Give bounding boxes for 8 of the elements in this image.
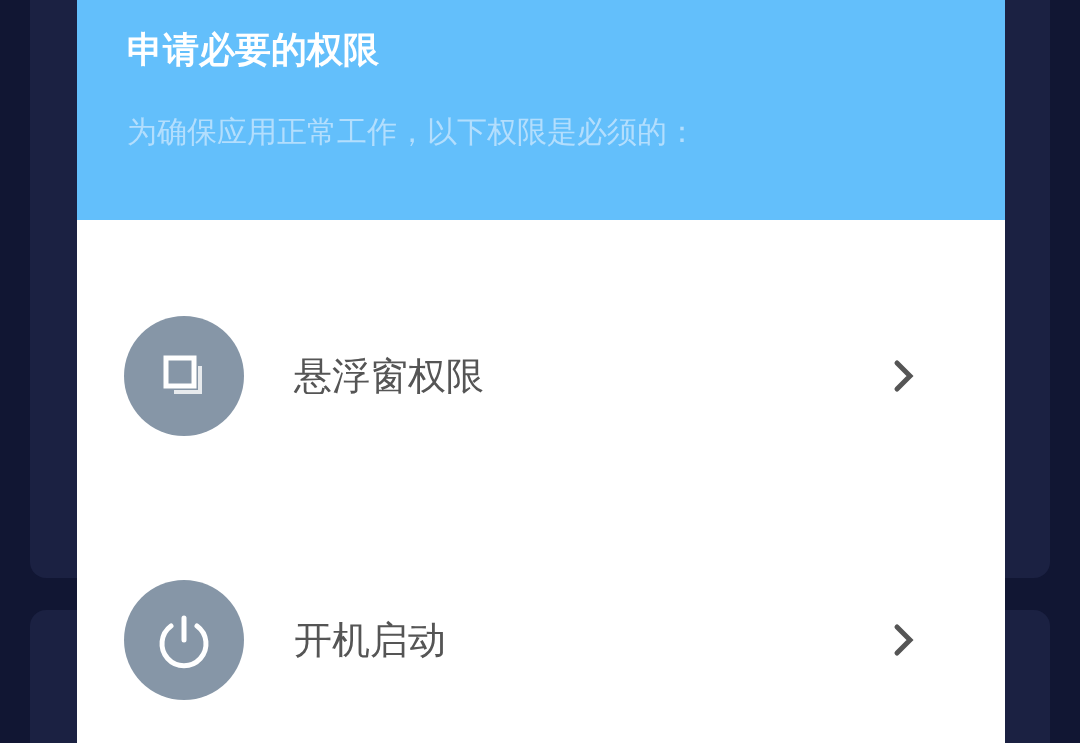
permission-label: 悬浮窗权限	[294, 353, 485, 399]
dialog-title: 申请必要的权限	[127, 28, 380, 72]
chevron-icon	[893, 623, 915, 657]
permission-item[interactable]: 悬浮窗权限	[77, 244, 1005, 508]
permission-label: 开机启动	[294, 617, 447, 663]
dialog-subtitle: 为确保应用正常工作，以下权限是必须的：	[127, 114, 698, 150]
chevron-icon	[893, 359, 915, 393]
permission-item[interactable]: 开机启动	[77, 508, 1005, 743]
